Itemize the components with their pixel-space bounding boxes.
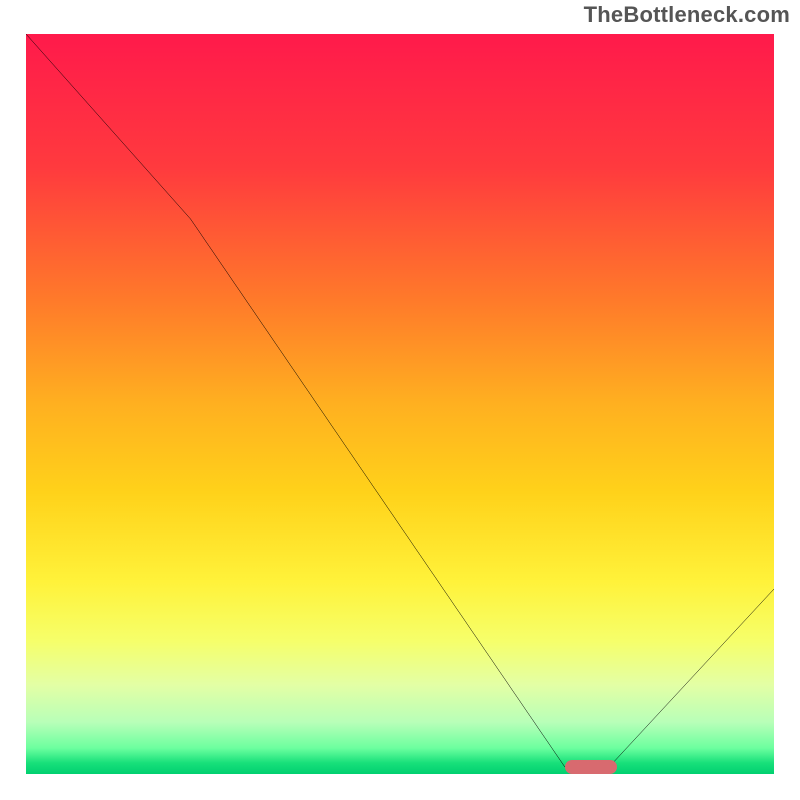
plot-area	[20, 28, 780, 780]
curve-layer	[26, 34, 774, 774]
watermark-text: TheBottleneck.com	[584, 2, 790, 28]
chart-stage: TheBottleneck.com	[0, 0, 800, 800]
optimal-range-marker	[565, 760, 617, 774]
bottleneck-curve	[26, 34, 774, 767]
